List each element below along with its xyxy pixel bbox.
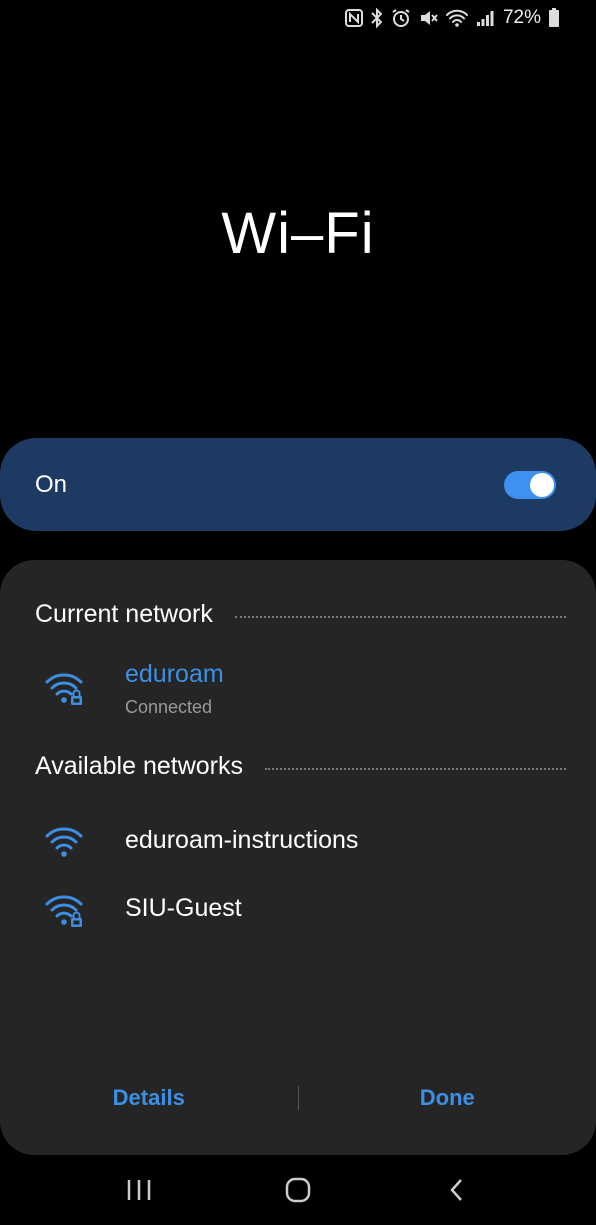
wifi-toggle-row[interactable]: On [0,438,596,531]
status-bar: 72% [0,0,596,36]
nfc-icon [344,9,363,27]
network-name: SIU-Guest [125,894,242,922]
action-bar: Details Done [0,1082,596,1114]
network-item-eduroam-instructions[interactable]: eduroam-instructions [0,824,596,864]
mute-icon [418,8,438,28]
signal-icon [476,9,494,27]
recent-apps-button[interactable] [109,1165,169,1215]
networks-panel: Current network eduroam Connected Availa… [0,560,596,1155]
toggle-knob [530,472,554,497]
wifi-icon [445,8,469,28]
navigation-bar [0,1155,596,1225]
current-network-item[interactable]: eduroam Connected [0,660,596,725]
back-icon [449,1179,462,1201]
current-network-header: Current network [35,600,566,629]
network-item-siu-guest[interactable]: SIU-Guest [0,892,596,932]
available-networks-label: Available networks [35,752,243,780]
bluetooth-icon [370,8,384,28]
battery-percentage: 72% [502,7,541,28]
battery-icon [548,8,560,28]
done-button[interactable]: Done [299,1085,596,1111]
current-network-name: eduroam [125,660,224,688]
back-button[interactable] [427,1165,487,1215]
current-network-label: Current network [35,600,213,628]
alarm-icon [391,8,411,28]
page-title: Wi–Fi [221,201,375,266]
wifi-lock-icon [44,670,88,711]
network-name: eduroam-instructions [125,826,359,854]
wifi-lock-icon [44,892,88,933]
details-button[interactable]: Details [0,1085,298,1111]
current-network-text: eduroam Connected [125,660,224,718]
wifi-toggle-switch[interactable] [504,470,556,499]
header-divider [264,767,566,770]
header-divider [234,615,566,618]
toggle-label: On [35,470,68,498]
home-button[interactable] [268,1165,328,1215]
wifi-icon [44,824,88,863]
current-network-status: Connected [125,697,213,717]
recent-apps-icon [128,1180,151,1200]
home-icon [285,1177,311,1203]
available-networks-header: Available networks [35,752,566,781]
wifi-screen: 72% Wi–Fi On Current network eduroam Con… [0,0,596,1225]
network-text: eduroam-instructions [125,826,358,855]
network-text: SIU-Guest [125,894,242,923]
